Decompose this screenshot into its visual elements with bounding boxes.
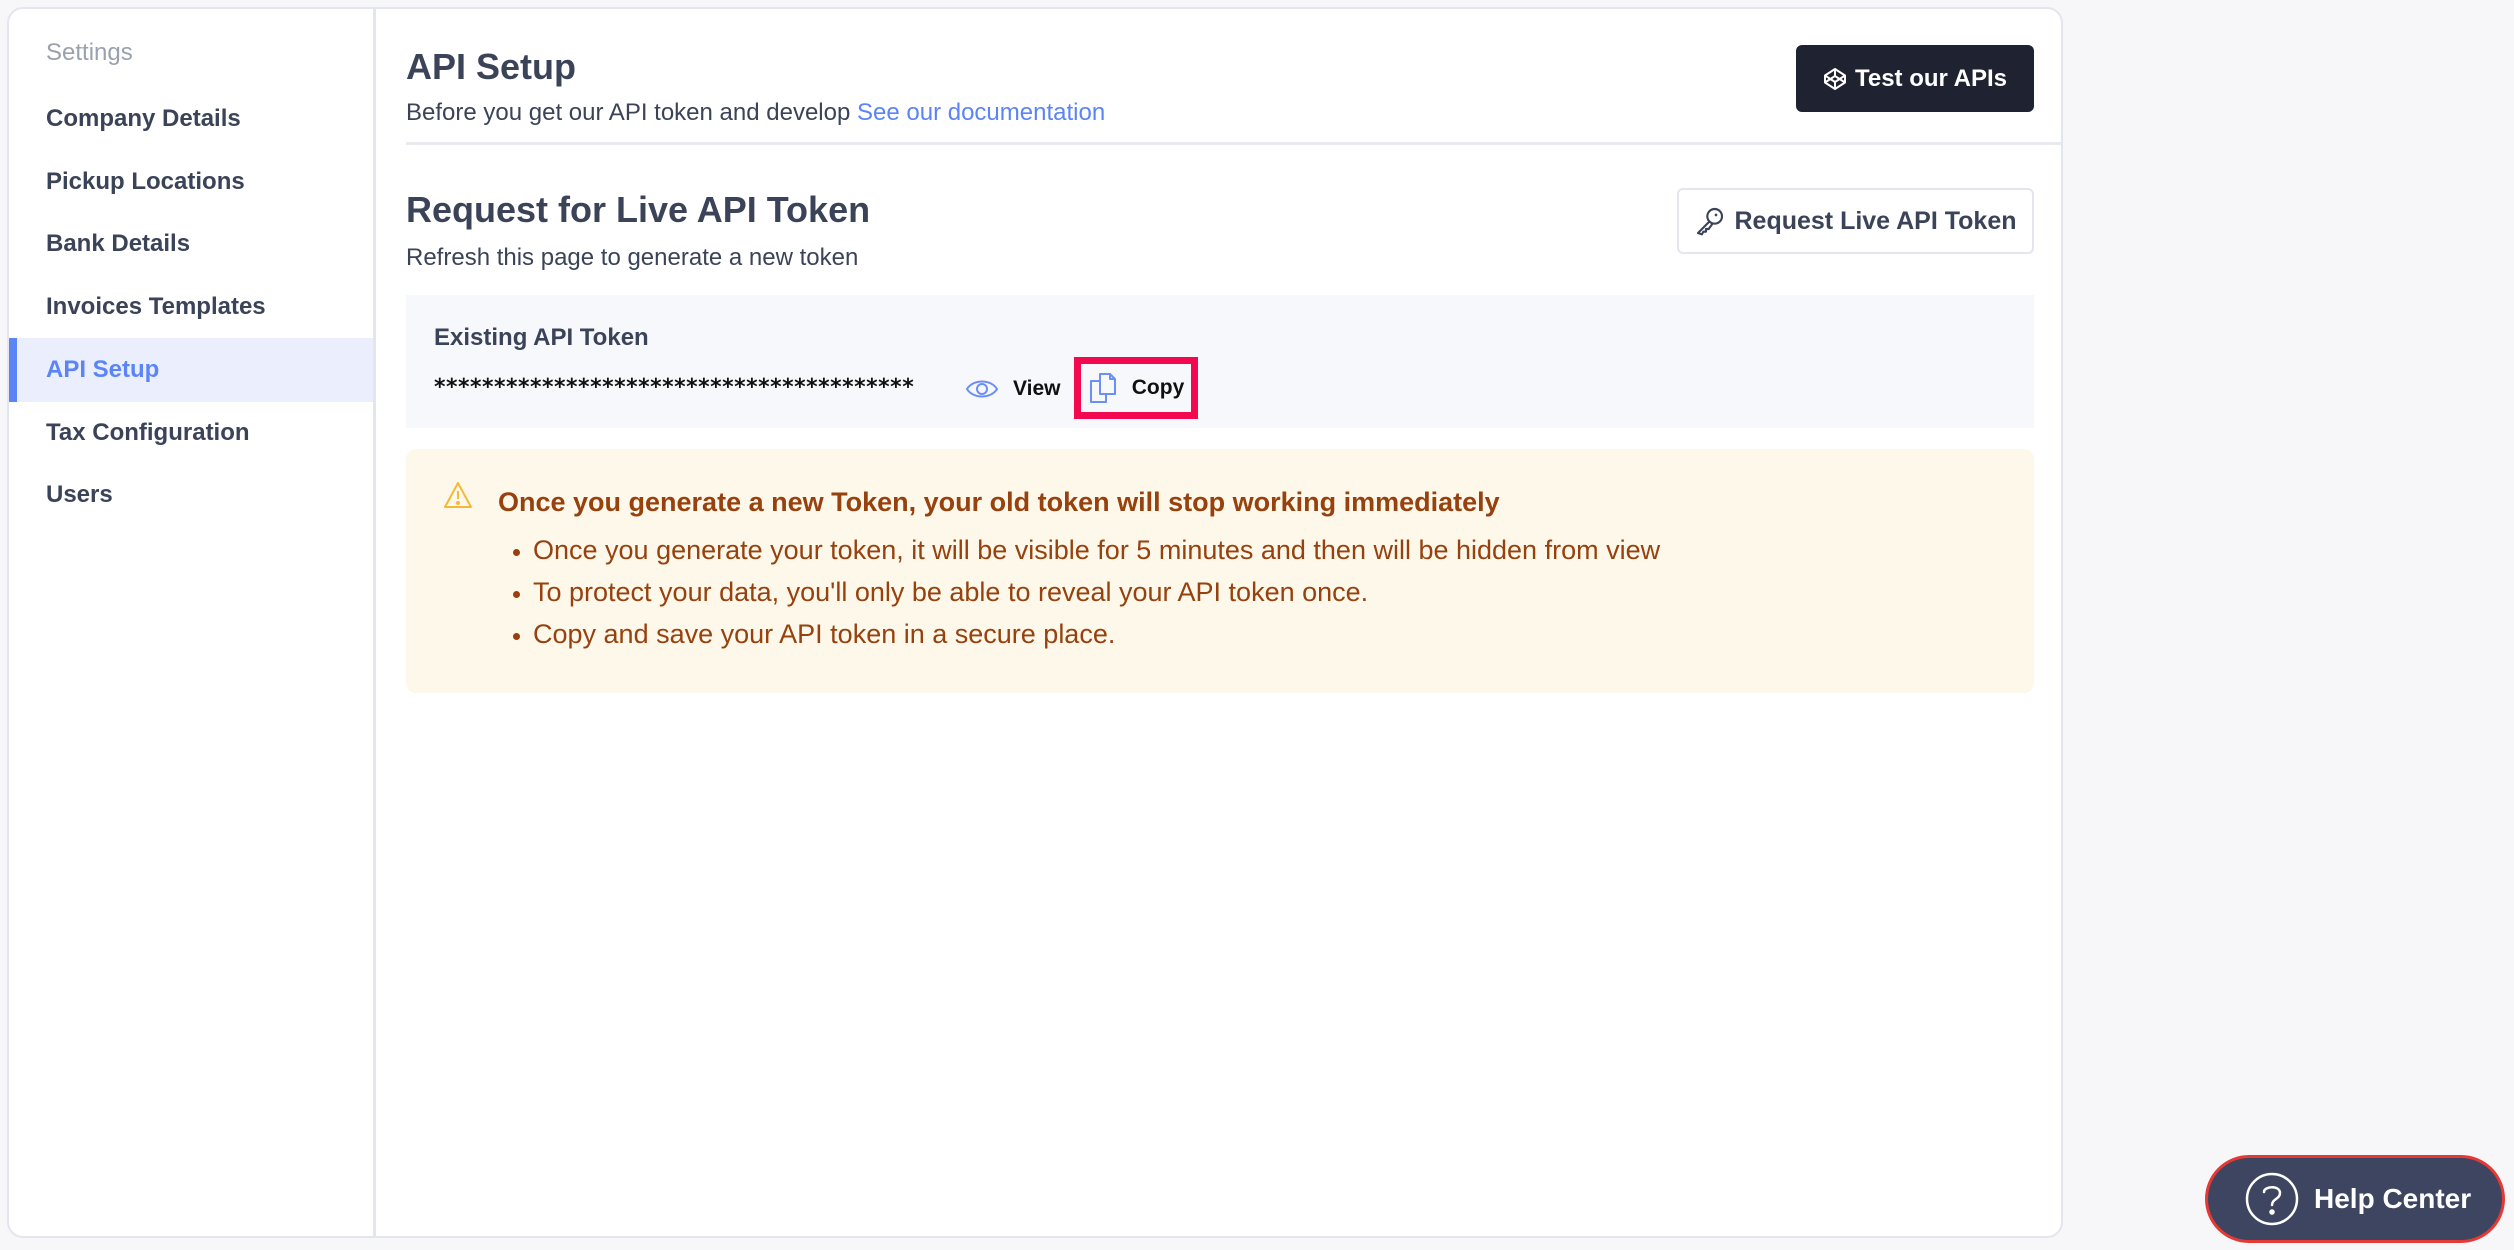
help-center-label: Help Center (2314, 1183, 2472, 1214)
header-divider (406, 142, 2061, 145)
view-token-label: View (1013, 377, 1061, 400)
documentation-link[interactable]: See our documentation (857, 99, 1105, 126)
request-live-token-button[interactable]: Request Live API Token (1677, 188, 2034, 254)
copy-token-label: Copy (1131, 376, 1185, 399)
warning-item: To protect your data, you'll only be abl… (533, 571, 1660, 613)
settings-sidebar: Settings Company Details Pickup Location… (9, 9, 376, 1236)
warning-title: Once you generate a new Token, your old … (498, 487, 1500, 517)
existing-token-panel: Existing API Token *********************… (406, 295, 2034, 428)
sidebar-item-users[interactable]: Users (9, 463, 373, 527)
sidebar-item-tax-configuration[interactable]: Tax Configuration (9, 401, 373, 465)
key-icon (1697, 207, 1724, 236)
sidebar-item-api-setup[interactable]: API Setup (9, 338, 373, 402)
page-subtitle: Before you get our API token and develop… (406, 99, 1105, 127)
page-title: API Setup (406, 46, 577, 87)
copy-token-button[interactable]: Copy (1074, 357, 1198, 419)
question-circle-icon (2245, 1172, 2299, 1226)
eye-icon (965, 380, 999, 398)
sidebar-item-pickup-locations[interactable]: Pickup Locations (9, 150, 373, 214)
warning-triangle-icon (444, 482, 472, 508)
masked-token-value: **************************************** (434, 375, 915, 400)
help-center-button[interactable]: Help Center (2205, 1155, 2505, 1243)
token-warning-alert: Once you generate a new Token, your old … (406, 449, 2034, 693)
view-token-button[interactable]: View (965, 369, 1060, 409)
page-subtitle-text: Before you get our API token and develop (406, 99, 851, 126)
warning-item: Copy and save your API token in a secure… (533, 613, 1660, 655)
sidebar-item-company-details[interactable]: Company Details (9, 87, 373, 151)
warning-list: Once you generate your token, it will be… (498, 529, 1660, 655)
copy-icon (1089, 373, 1116, 403)
test-apis-label: Test our APIs (1854, 64, 2008, 92)
settings-card: Settings Company Details Pickup Location… (7, 7, 2063, 1238)
warning-item: Once you generate your token, it will be… (533, 529, 1660, 571)
sidebar-heading: Settings (46, 39, 133, 66)
sidebar-item-bank-details[interactable]: Bank Details (9, 212, 373, 276)
codepen-cube-icon (1823, 67, 1846, 90)
section-title: Request for Live API Token (406, 189, 871, 230)
request-live-token-label: Request Live API Token (1734, 206, 2017, 235)
sidebar-item-invoices-templates[interactable]: Invoices Templates (9, 275, 373, 339)
test-apis-button[interactable]: Test our APIs (1796, 45, 2034, 112)
existing-token-label: Existing API Token (434, 324, 649, 351)
main-content: API Setup Before you get our API token a… (376, 9, 2061, 1236)
section-subtitle: Refresh this page to generate a new toke… (406, 244, 859, 271)
